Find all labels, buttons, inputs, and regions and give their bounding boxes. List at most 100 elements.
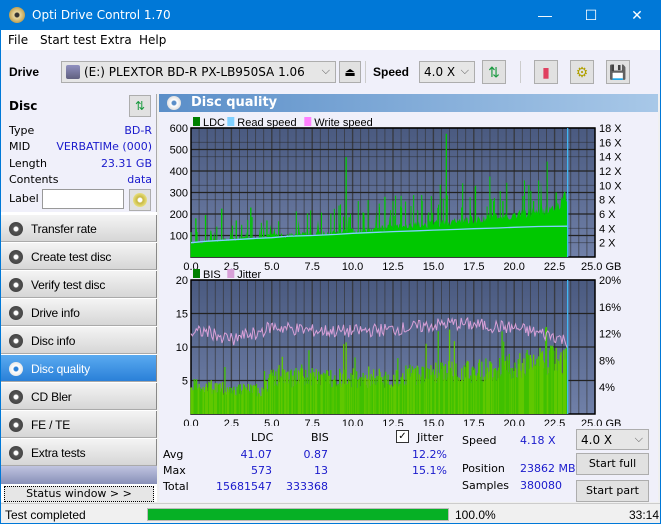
settings-button[interactable]: ⚙ xyxy=(570,60,594,84)
erase-button[interactable]: ▮ xyxy=(534,60,558,84)
disc-test-icon xyxy=(9,278,23,292)
toolbar-separator xyxy=(520,61,521,83)
stats-avg-ldc: 41.07 xyxy=(240,448,273,461)
y-tick-label-left: 500 xyxy=(170,145,188,157)
position-value: 23862 MB xyxy=(520,462,576,475)
eject-button[interactable]: ⏏ xyxy=(339,61,361,83)
disc-info-box: Disc ⇅ Type BD-R MID VERBATIMe (000) Lengt… xyxy=(1,94,157,212)
stats-col-bis: BIS xyxy=(311,431,329,444)
nav-item-cd-bler[interactable]: CD Bler xyxy=(1,383,157,410)
disc-contents-value: data xyxy=(127,173,152,186)
menu-extra[interactable]: Extra xyxy=(100,33,132,47)
drive-select-value: (E:) PLEXTOR BD-R PX-LB950SA 1.06 xyxy=(84,65,305,79)
refresh-button[interactable]: ⇅ xyxy=(482,60,506,84)
eject-icon: ⏏ xyxy=(344,65,356,79)
y-tick-label-left: 300 xyxy=(170,188,188,200)
disc-length-key: Length xyxy=(9,157,47,170)
disc-test-icon xyxy=(9,222,23,236)
x-tick-label: 17.5 xyxy=(463,418,484,426)
position-label: Position xyxy=(462,462,505,475)
stats-total-label: Total xyxy=(163,480,189,493)
save-button[interactable]: 💾 xyxy=(606,60,630,84)
stats-max-ldc: 573 xyxy=(251,464,272,477)
legend-label: LDC xyxy=(203,117,225,129)
nav-item-label: Create test disc xyxy=(31,250,112,264)
disc-length-row: Length 23.31 GB xyxy=(9,157,152,173)
nav-item-disc-info[interactable]: Disc info xyxy=(1,327,157,354)
disc-test-icon xyxy=(9,362,23,376)
menu-file[interactable]: File xyxy=(8,33,28,47)
y-tick-label-left: 400 xyxy=(170,166,188,178)
status-window-button[interactable]: Status window > > xyxy=(4,486,154,502)
minimize-button[interactable]: — xyxy=(522,0,568,30)
nav-spacer xyxy=(1,466,157,484)
window-title: Opti Drive Control 1.70 xyxy=(32,8,171,22)
disc-label-input[interactable] xyxy=(42,189,124,209)
maximize-button[interactable]: ☐ xyxy=(568,0,614,30)
disc-refresh-button[interactable]: ⇅ xyxy=(129,95,151,117)
nav-item-create-test-disc[interactable]: Create test disc xyxy=(1,243,157,270)
speed-select[interactable]: 4.0 X ⌵ xyxy=(419,61,475,83)
nav-item-transfer-rate[interactable]: Transfer rate xyxy=(1,215,157,242)
stats-total-bis: 333368 xyxy=(286,480,328,493)
drive-icon xyxy=(66,65,80,79)
menu-help[interactable]: Help xyxy=(139,33,166,47)
y-tick-label-right: 8 X xyxy=(599,195,616,207)
y-tick-label-right: 16 X xyxy=(599,137,622,149)
disc-quality-icon xyxy=(167,96,181,110)
nav-item-label: CD Bler xyxy=(31,390,72,404)
legend-swatch xyxy=(193,269,200,278)
stats-avg-jitter: 12.2% xyxy=(412,448,447,461)
disc-type-key: Type xyxy=(9,124,35,137)
nav-item-label: Disc info xyxy=(31,334,76,348)
disc-contents-row: Contents data xyxy=(9,173,152,189)
y-tick-label-right: 12 X xyxy=(599,166,622,178)
save-icon: 💾 xyxy=(609,64,627,80)
drive-select[interactable]: (E:) PLEXTOR BD-R PX-LB950SA 1.06 ⌵ xyxy=(61,61,336,83)
toolbar: Drive (E:) PLEXTOR BD-R PX-LB950SA 1.06 … xyxy=(1,50,660,94)
y-tick-label-right: 16% xyxy=(599,302,621,314)
samples-value: 380080 xyxy=(520,479,562,492)
nav-item-disc-quality[interactable]: Disc quality xyxy=(1,355,157,382)
status-text: Test completed xyxy=(5,508,86,522)
nav-item-label: FE / TE xyxy=(31,418,71,432)
app-disc-icon xyxy=(9,7,25,23)
speed-stat-label: Speed xyxy=(462,434,497,447)
disc-label-button[interactable] xyxy=(129,189,151,211)
nav-item-verify-test-disc[interactable]: Verify test disc xyxy=(1,271,157,298)
y-tick-label-right: 8% xyxy=(599,355,615,367)
y-tick-label-left: 10 xyxy=(176,342,188,354)
x-tick-label: 25.0 GB xyxy=(581,418,621,426)
jitter-checkbox[interactable]: ✓ xyxy=(396,430,409,443)
y-tick-label-right: 10 X xyxy=(599,180,622,192)
test-speed-select[interactable]: 4.0 X ⌵ xyxy=(576,429,649,450)
nav-item-drive-info[interactable]: Drive info xyxy=(1,299,157,326)
legend-label: Write speed xyxy=(314,117,373,129)
minimize-icon: — xyxy=(538,7,552,23)
settings-icon: ⚙ xyxy=(575,64,589,80)
test-speed-value: 4.0 X xyxy=(581,433,613,447)
panel-title: Disc quality xyxy=(191,95,278,110)
x-tick-label: 5.0 xyxy=(264,418,279,426)
nav-item-extra-tests[interactable]: Extra tests xyxy=(1,439,157,466)
legend-swatch xyxy=(227,269,235,278)
chevron-down-icon: ⌵ xyxy=(634,432,643,445)
status-bar: Test completed 100.0% 33:14 xyxy=(1,503,660,523)
toolbar-separator xyxy=(365,61,366,83)
legend-label: Read speed xyxy=(237,117,296,129)
start-full-button[interactable]: Start full xyxy=(576,453,649,475)
disc-contents-key: Contents xyxy=(9,173,59,186)
refresh-icon: ⇅ xyxy=(134,99,146,113)
chevron-down-icon: ⌵ xyxy=(460,64,469,77)
nav-item-fe-te[interactable]: FE / TE xyxy=(1,411,157,438)
nav-item-label: Verify test disc xyxy=(31,278,106,292)
bis-jitter-chart: 0.0 2.5 5.0 7.5 10.0 12.5 15.0 17.5 20.0 22.5 25.0… xyxy=(176,269,621,426)
y-tick-label-left: 200 xyxy=(170,209,188,221)
close-button[interactable]: ✕ xyxy=(614,0,660,30)
menu-start-test[interactable]: Start test xyxy=(40,33,96,47)
ldc-chart: 0.0 2.5 5.0 7.5 10.0 12.5 15.0 17.5 20.0 22.5 25.0… xyxy=(170,117,622,273)
y-tick-label-right: 4 X xyxy=(599,223,616,235)
y-tick-label-right: 12% xyxy=(599,329,621,341)
y-tick-label-right: 6 X xyxy=(599,209,616,221)
start-part-button[interactable]: Start part xyxy=(576,480,649,502)
